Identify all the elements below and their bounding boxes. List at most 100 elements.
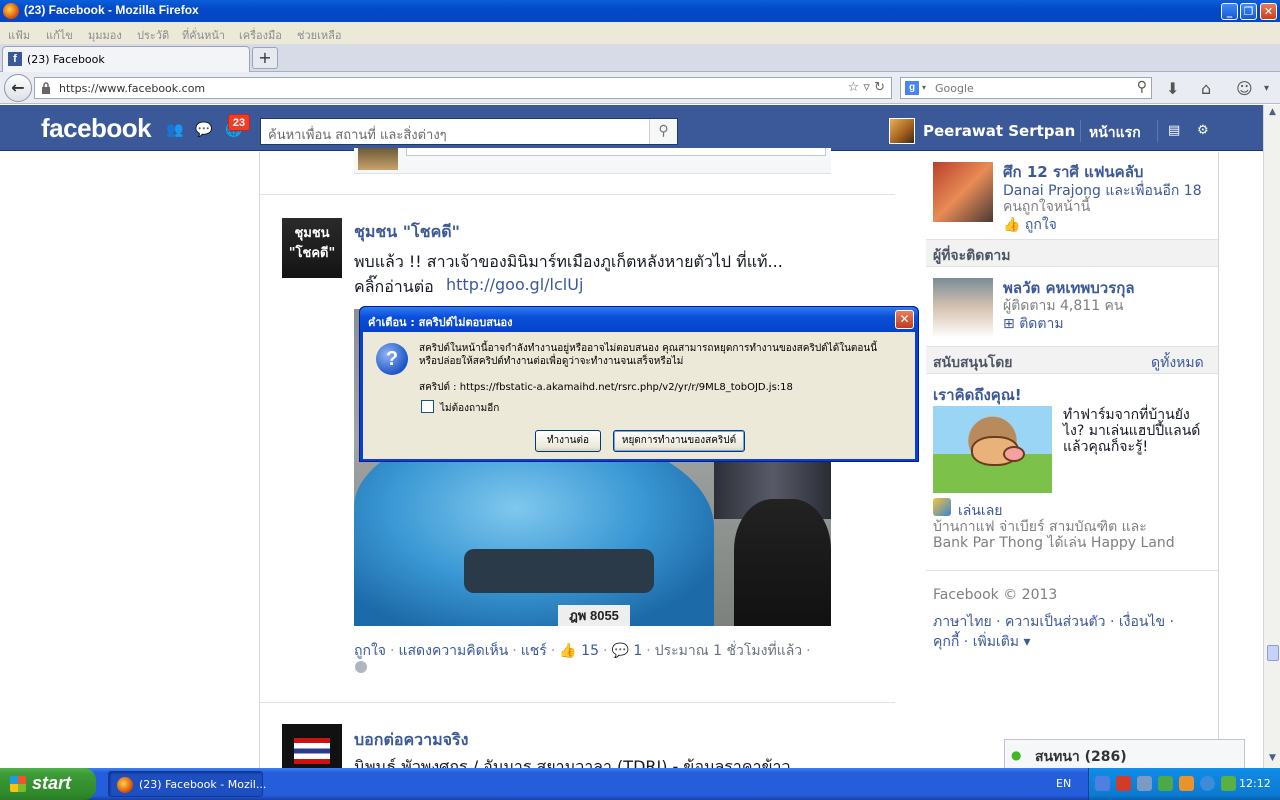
dropdown-arrow-icon[interactable]: ▿: [863, 80, 870, 95]
search-bar[interactable]: g ▾ Google ⚲: [900, 77, 1152, 99]
taskbar-item-label: (23) Facebook - Mozil...: [139, 778, 267, 791]
suggested-like-button[interactable]: 👍 ถูกใจ: [1003, 214, 1057, 236]
ad-image[interactable]: [933, 406, 1052, 493]
follow-button[interactable]: ⊞ ติดตาม: [1003, 313, 1064, 335]
profile-name[interactable]: Peerawat Sertpan: [923, 122, 1075, 140]
reload-icon[interactable]: ↻: [874, 80, 885, 95]
post-time[interactable]: ประมาณ 1 ชั่วโมงที่แล้ว: [655, 643, 802, 659]
restore-button[interactable]: ❐: [1240, 3, 1257, 20]
suggested-page-image[interactable]: [933, 162, 993, 222]
home-link[interactable]: หน้าแรก: [1089, 122, 1141, 144]
menu-view[interactable]: มุมมอง: [88, 26, 122, 44]
start-label: start: [32, 773, 72, 793]
google-icon[interactable]: g: [905, 81, 919, 95]
taskbar-item-firefox[interactable]: (23) Facebook - Mozil...: [108, 771, 267, 797]
facebook-search-input[interactable]: ค้นหาเพื่อน สถานที่ และสิ่งต่างๆ ⚲: [260, 118, 678, 145]
post-page-name-2[interactable]: บอกต่อความจริง: [354, 728, 468, 753]
firefox-menu-icon[interactable]: ☺: [1236, 79, 1253, 98]
vertical-scrollbar[interactable]: ▲ ▼: [1263, 105, 1280, 768]
messages-icon[interactable]: 💬: [195, 122, 215, 138]
ad-title[interactable]: เราคิดถึงคุณ!: [933, 383, 1022, 407]
lock-icon: [42, 82, 50, 94]
continue-button[interactable]: ทำงานต่อ: [535, 430, 601, 452]
footer-link-language[interactable]: ภาษาไทย: [933, 614, 992, 630]
window-title: (23) Facebook - Mozilla Firefox: [24, 3, 199, 17]
chat-label: สนทนา (286): [1035, 749, 1127, 765]
comment-count[interactable]: 1: [633, 643, 642, 659]
search-icon[interactable]: ⚲: [1137, 79, 1147, 95]
antivirus-icon[interactable]: [1116, 776, 1131, 791]
warning-icon[interactable]: [1221, 776, 1236, 791]
post-actions: ถูกใจ · แสดงความคิดเห็น · แชร์ · 👍 15 · 💬 1 · ประม…: [354, 643, 811, 659]
footer-link-terms[interactable]: เงื่อนไข: [1119, 614, 1165, 630]
menu-file[interactable]: แฟ้ม: [8, 26, 30, 44]
menu-help[interactable]: ช่วยเหลือ: [297, 26, 341, 44]
like-link[interactable]: ถูกใจ: [354, 643, 386, 659]
previous-post-box: [406, 148, 826, 156]
privacy-shortcuts-icon[interactable]: ▤: [1168, 123, 1180, 138]
dialog-script-path: สคริปต์ : https://fbstatic-a.akamaihd.ne…: [419, 382, 793, 393]
minimize-button[interactable]: _: [1221, 3, 1238, 20]
chevron-down-icon[interactable]: ▾: [1264, 83, 1269, 94]
scroll-down-icon[interactable]: ▼: [1266, 753, 1279, 766]
dialog-close-button[interactable]: ✕: [895, 310, 914, 329]
thumbs-up-icon[interactable]: 👍: [559, 643, 576, 659]
notification-badge[interactable]: 23: [228, 114, 250, 131]
close-window-button[interactable]: ✕: [1260, 3, 1277, 20]
feed-divider: [259, 152, 260, 768]
footer-link-more[interactable]: เพิ่มเติม: [973, 634, 1019, 650]
menu-tools[interactable]: เครื่องมือ: [239, 26, 282, 44]
friend-requests-icon[interactable]: 👥: [166, 122, 186, 138]
search-engine-dropdown-icon[interactable]: ▾: [922, 83, 926, 92]
dont-ask-label[interactable]: ไม่ต้องถามอีก: [440, 401, 499, 416]
new-tab-button[interactable]: +: [252, 47, 278, 69]
menu-history[interactable]: ประวัติ: [137, 26, 169, 44]
like-label: ถูกใจ: [1024, 217, 1057, 233]
facebook-search-icon[interactable]: ⚲: [649, 119, 677, 144]
start-button[interactable]: start: [0, 768, 96, 800]
tray-app-icon[interactable]: [1200, 776, 1215, 791]
globe-icon: [355, 661, 367, 673]
home-icon[interactable]: ⌂: [1201, 79, 1211, 98]
bookmark-star-icon[interactable]: ☆: [848, 80, 860, 95]
comment-bubble-icon[interactable]: 💬: [611, 643, 628, 659]
game-app-icon[interactable]: [933, 498, 951, 516]
taskbar-clock[interactable]: 12:12: [1239, 777, 1271, 790]
network-icon[interactable]: [1095, 776, 1110, 791]
ad-social-line-2: Bank Par Thong ได้เล่น Happy Land: [933, 535, 1175, 551]
header-divider: [1080, 120, 1081, 142]
post-page-name[interactable]: ชุมชน "โชคดี": [354, 220, 460, 245]
dont-ask-checkbox[interactable]: [421, 400, 434, 413]
page-avatar[interactable]: ชุมชน "โชคดี": [282, 218, 342, 278]
facebook-logo[interactable]: facebook: [41, 113, 152, 144]
chat-sidebar-tab[interactable]: ● สนทนา (286): [1004, 739, 1245, 769]
back-button[interactable]: ←: [4, 74, 32, 102]
footer-link-privacy[interactable]: ความเป็นส่วนตัว: [1005, 614, 1106, 630]
stop-script-button[interactable]: หยุดการทำงานของสคริปต์: [613, 430, 745, 452]
profile-avatar[interactable]: [889, 118, 915, 144]
tray-app-icon[interactable]: [1179, 776, 1194, 791]
language-indicator[interactable]: EN: [1056, 777, 1071, 790]
tab-facebook[interactable]: f (23) Facebook: [2, 46, 250, 72]
menu-edit[interactable]: แก้ไข: [46, 26, 73, 44]
tray-app-icon[interactable]: [1158, 776, 1173, 791]
dialog-message-line-2: หรือปล่อยให้สคริปต์ทำงานต่อเพื่อดูว่าจะท…: [419, 356, 684, 367]
scroll-up-icon[interactable]: ▲: [1266, 107, 1279, 120]
download-icon[interactable]: ⬇: [1166, 79, 1179, 98]
tray-app-icon[interactable]: [1137, 776, 1152, 791]
settings-gear-icon[interactable]: ⚙: [1197, 123, 1209, 138]
ad-pig-snout: [1003, 446, 1025, 462]
post-text-2: นิพนธ์ พัวพงศกร / อัมมาร สยามวาลา (TDRI)…: [354, 757, 791, 768]
footer-link-cookies[interactable]: คุกกี้: [933, 634, 959, 650]
see-all-link[interactable]: ดูทั้งหมด: [1151, 352, 1204, 374]
post-link[interactable]: http://goo.gl/lclUj: [446, 275, 583, 294]
menu-bookmarks[interactable]: ที่คั่นหน้า: [182, 26, 225, 44]
url-bar[interactable]: https://www.facebook.com ☆ ▿ ↻: [34, 77, 892, 99]
share-link[interactable]: แชร์: [521, 643, 547, 659]
comment-link[interactable]: แสดงความคิดเห็น: [398, 643, 508, 659]
like-count[interactable]: 15: [581, 643, 599, 659]
photo-person: [734, 499, 831, 626]
follow-person-image[interactable]: [933, 278, 993, 338]
window-titlebar: (23) Facebook - Mozilla Firefox _ ❐ ✕: [0, 0, 1280, 22]
scrollbar-thumb[interactable]: [1267, 645, 1279, 661]
